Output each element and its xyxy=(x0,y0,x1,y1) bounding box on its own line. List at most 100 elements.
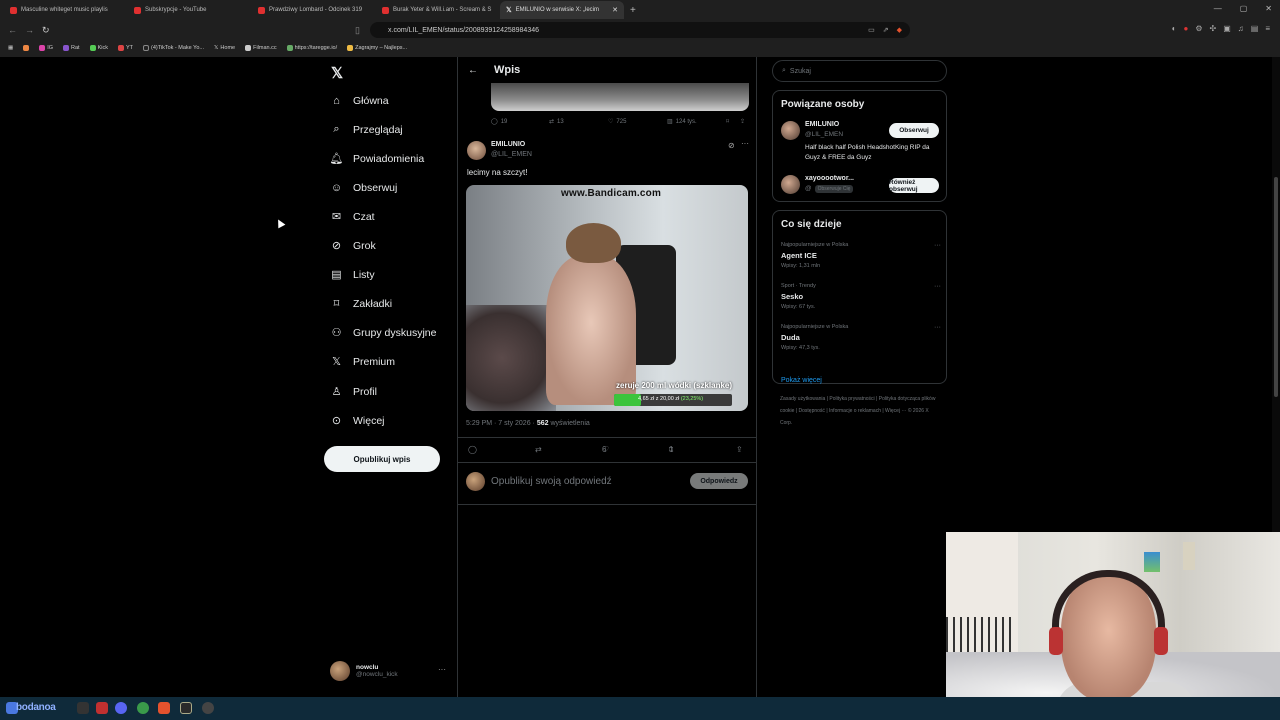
trend-item[interactable]: Najpopularniejsze w Polska Agent ICE Wpi… xyxy=(781,242,941,269)
brave-shield-icon[interactable]: ◆ xyxy=(897,26,902,34)
url-field[interactable]: x.com/LIL_EMEN/status/200893912425898434… xyxy=(370,22,910,38)
nav-item-communities[interactable]: ⚇ Grupy dyskusyjne xyxy=(330,326,437,340)
post-button[interactable]: Opublikuj wpis xyxy=(324,446,440,472)
taskbar-app-icon[interactable] xyxy=(137,702,149,714)
tweet-video[interactable]: www.Bandicam.com zeruje 200 ml wódki (sz… xyxy=(466,185,748,411)
menu-icon[interactable]: ≡ xyxy=(1265,24,1270,33)
bookmark-star-icon[interactable]: ▯ xyxy=(355,25,360,36)
more-icon[interactable]: ··· xyxy=(741,139,749,148)
person-handle: @LIL_EMEN xyxy=(805,131,844,138)
nav-item-chat[interactable]: ✉ Czat xyxy=(330,210,375,224)
share-action[interactable]: ⇪ xyxy=(740,118,745,125)
reply-composer: Opublikuj swoją odpowiedź Odpowiedz xyxy=(466,472,748,492)
bookmark-item[interactable]: https://taregge.io/ xyxy=(286,44,337,51)
previous-post-media[interactable] xyxy=(491,83,749,111)
puzzle-icon[interactable]: ✣ xyxy=(1210,24,1217,33)
x-logo-icon: 𝕏 xyxy=(332,356,341,368)
minimize-icon[interactable]: — xyxy=(1214,4,1222,13)
browser-tab[interactable]: Prawdziwy Lombard - Odcinek 319 xyxy=(252,1,376,19)
tweet-author-name[interactable]: EMILUNIO xyxy=(491,141,525,148)
reply-action[interactable]: ◯ 19 xyxy=(491,118,507,126)
follow-back-button[interactable]: Również obserwuj xyxy=(889,178,939,193)
extension-icon[interactable]: ● xyxy=(1183,24,1188,33)
repost-action[interactable]: ⇄ 13 xyxy=(549,118,564,126)
bookmark-item[interactable]: 𝕏 Home xyxy=(214,45,235,51)
bookmark-item[interactable]: Kick xyxy=(89,44,108,51)
nav-item-more[interactable]: ⊙ Więcej xyxy=(330,414,385,428)
account-switcher[interactable]: nowclu @nowclu_kick ··· xyxy=(330,661,446,681)
video-scene xyxy=(466,305,556,411)
more-icon[interactable]: ··· xyxy=(934,324,941,331)
reply-icon[interactable]: ◯ xyxy=(468,445,477,454)
search-input[interactable]: ⌕ Szukaj xyxy=(772,60,947,82)
like-action[interactable]: ♡ 725 xyxy=(608,118,626,126)
back-arrow-icon[interactable]: ← xyxy=(468,65,478,76)
nav-item-profile[interactable]: ♙ Profil xyxy=(330,385,377,399)
grok-icon[interactable]: ⊘ xyxy=(728,141,735,150)
taskbar-app-icon[interactable] xyxy=(96,702,108,714)
bookmarks-bar: ▦ IG Rat Kick YT (4)TikTok - Make Yo... … xyxy=(0,40,1280,55)
tweet-timestamp[interactable]: 5:29 PM · 7 sty 2026 · xyxy=(466,420,535,427)
reload-icon[interactable]: ↻ xyxy=(42,25,50,36)
forward-icon[interactable]: → xyxy=(25,25,34,35)
reply-button[interactable]: Odpowiedz xyxy=(690,473,748,489)
bookmark-item[interactable] xyxy=(23,44,30,51)
trend-item[interactable]: Sport · Trendy Sesko Wpisy: 67 tys. ··· xyxy=(781,283,941,310)
bookmark-item[interactable]: Filman.cc xyxy=(245,44,277,51)
share-icon[interactable]: ⇗ xyxy=(883,26,889,34)
related-people-card: Powiązane osoby EMILUNIO @LIL_EMEN Half … xyxy=(772,90,947,202)
x-logo-icon[interactable]: 𝕏 xyxy=(331,64,343,82)
nav-item-premium[interactable]: 𝕏 Premium xyxy=(330,355,395,369)
nav-item-lists[interactable]: ▤ Listy xyxy=(330,268,374,282)
footer-links[interactable]: Zasady użytkowania | Polityka prywatnośc… xyxy=(780,393,940,429)
bookmark-item[interactable]: Zagrajmy – Najleps... xyxy=(347,44,407,51)
bookmark-item[interactable]: IG xyxy=(39,44,53,51)
more-icon[interactable]: ··· xyxy=(934,283,941,290)
bookmark-item[interactable]: (4)TikTok - Make Yo... xyxy=(143,44,204,51)
nav-item-home[interactable]: ⌂ Główna xyxy=(330,94,388,107)
repost-icon[interactable]: ⇄ xyxy=(535,445,542,454)
avatar[interactable] xyxy=(467,141,486,160)
reply-input[interactable]: Opublikuj swoją odpowiedź xyxy=(491,476,612,487)
back-icon[interactable]: ← xyxy=(8,25,17,35)
taskbar-app-icon[interactable] xyxy=(180,702,192,714)
trend-item[interactable]: Najpopularniejsze w Polska Duda Wpisy: 4… xyxy=(781,324,941,351)
sidebar-icon[interactable]: ▣ xyxy=(1223,24,1231,33)
views-action[interactable]: ▥ 124 tys. xyxy=(667,118,697,126)
browser-tab[interactable]: Burak Yeter & Will.i.am - Scream & S xyxy=(376,1,500,19)
person-add-icon: ☺ xyxy=(330,181,343,194)
bookmark-item[interactable]: YT xyxy=(117,44,133,51)
bookmark-item[interactable]: Rat xyxy=(63,44,80,51)
nav-item-explore[interactable]: ⌕ Przeglądaj xyxy=(330,123,402,136)
screen-icon[interactable]: ▭ xyxy=(868,26,875,34)
close-tab-icon[interactable]: ✕ xyxy=(612,6,618,14)
show-more-link[interactable]: Pokaż więcej xyxy=(781,377,822,384)
apps-icon[interactable]: ▦ xyxy=(8,45,13,51)
music-icon[interactable]: ♫ xyxy=(1238,24,1244,33)
nav-item-follow[interactable]: ☺ Obserwuj xyxy=(330,181,397,194)
more-icon[interactable]: ··· xyxy=(934,242,941,249)
discord-icon[interactable] xyxy=(115,702,127,714)
more-icon[interactable]: ··· xyxy=(438,665,446,674)
tweet-author-handle[interactable]: @LIL_EMEN xyxy=(491,151,532,158)
new-tab-button[interactable]: + xyxy=(630,5,636,16)
follow-button[interactable]: Obserwuj xyxy=(889,123,939,138)
maximize-icon[interactable]: ▢ xyxy=(1240,4,1248,13)
bookmark-action[interactable]: ⌑ xyxy=(726,118,729,125)
browser-tab-active[interactable]: 𝕏 EMILUNIO w serwisie X: „lecim ✕ xyxy=(500,1,624,19)
browser-tab[interactable]: Subskrypcje - YouTube xyxy=(128,1,252,19)
share-icon[interactable]: ⇪ xyxy=(736,445,743,454)
share-icon: ⇪ xyxy=(740,119,746,125)
close-window-icon[interactable]: ✕ xyxy=(1265,4,1272,13)
brave-icon[interactable] xyxy=(158,702,170,714)
nav-item-grok[interactable]: ⊘ Grok xyxy=(330,239,376,253)
taskbar-app-icon[interactable] xyxy=(77,702,89,714)
obs-icon[interactable] xyxy=(202,702,214,714)
scrollbar-thumb[interactable] xyxy=(1274,177,1278,397)
browser-tab[interactable]: Masculine whiteget music playlis xyxy=(4,1,128,19)
nav-item-notifications[interactable]: 🔔︎ Powiadomienia xyxy=(330,152,425,166)
extension-icon[interactable]: ◐ xyxy=(1172,24,1177,33)
nav-item-bookmarks[interactable]: ⌑ Zakładki xyxy=(330,297,392,311)
wallet-icon[interactable]: ▤ xyxy=(1251,24,1259,33)
extension-icon[interactable]: ⚙ xyxy=(1195,24,1202,33)
